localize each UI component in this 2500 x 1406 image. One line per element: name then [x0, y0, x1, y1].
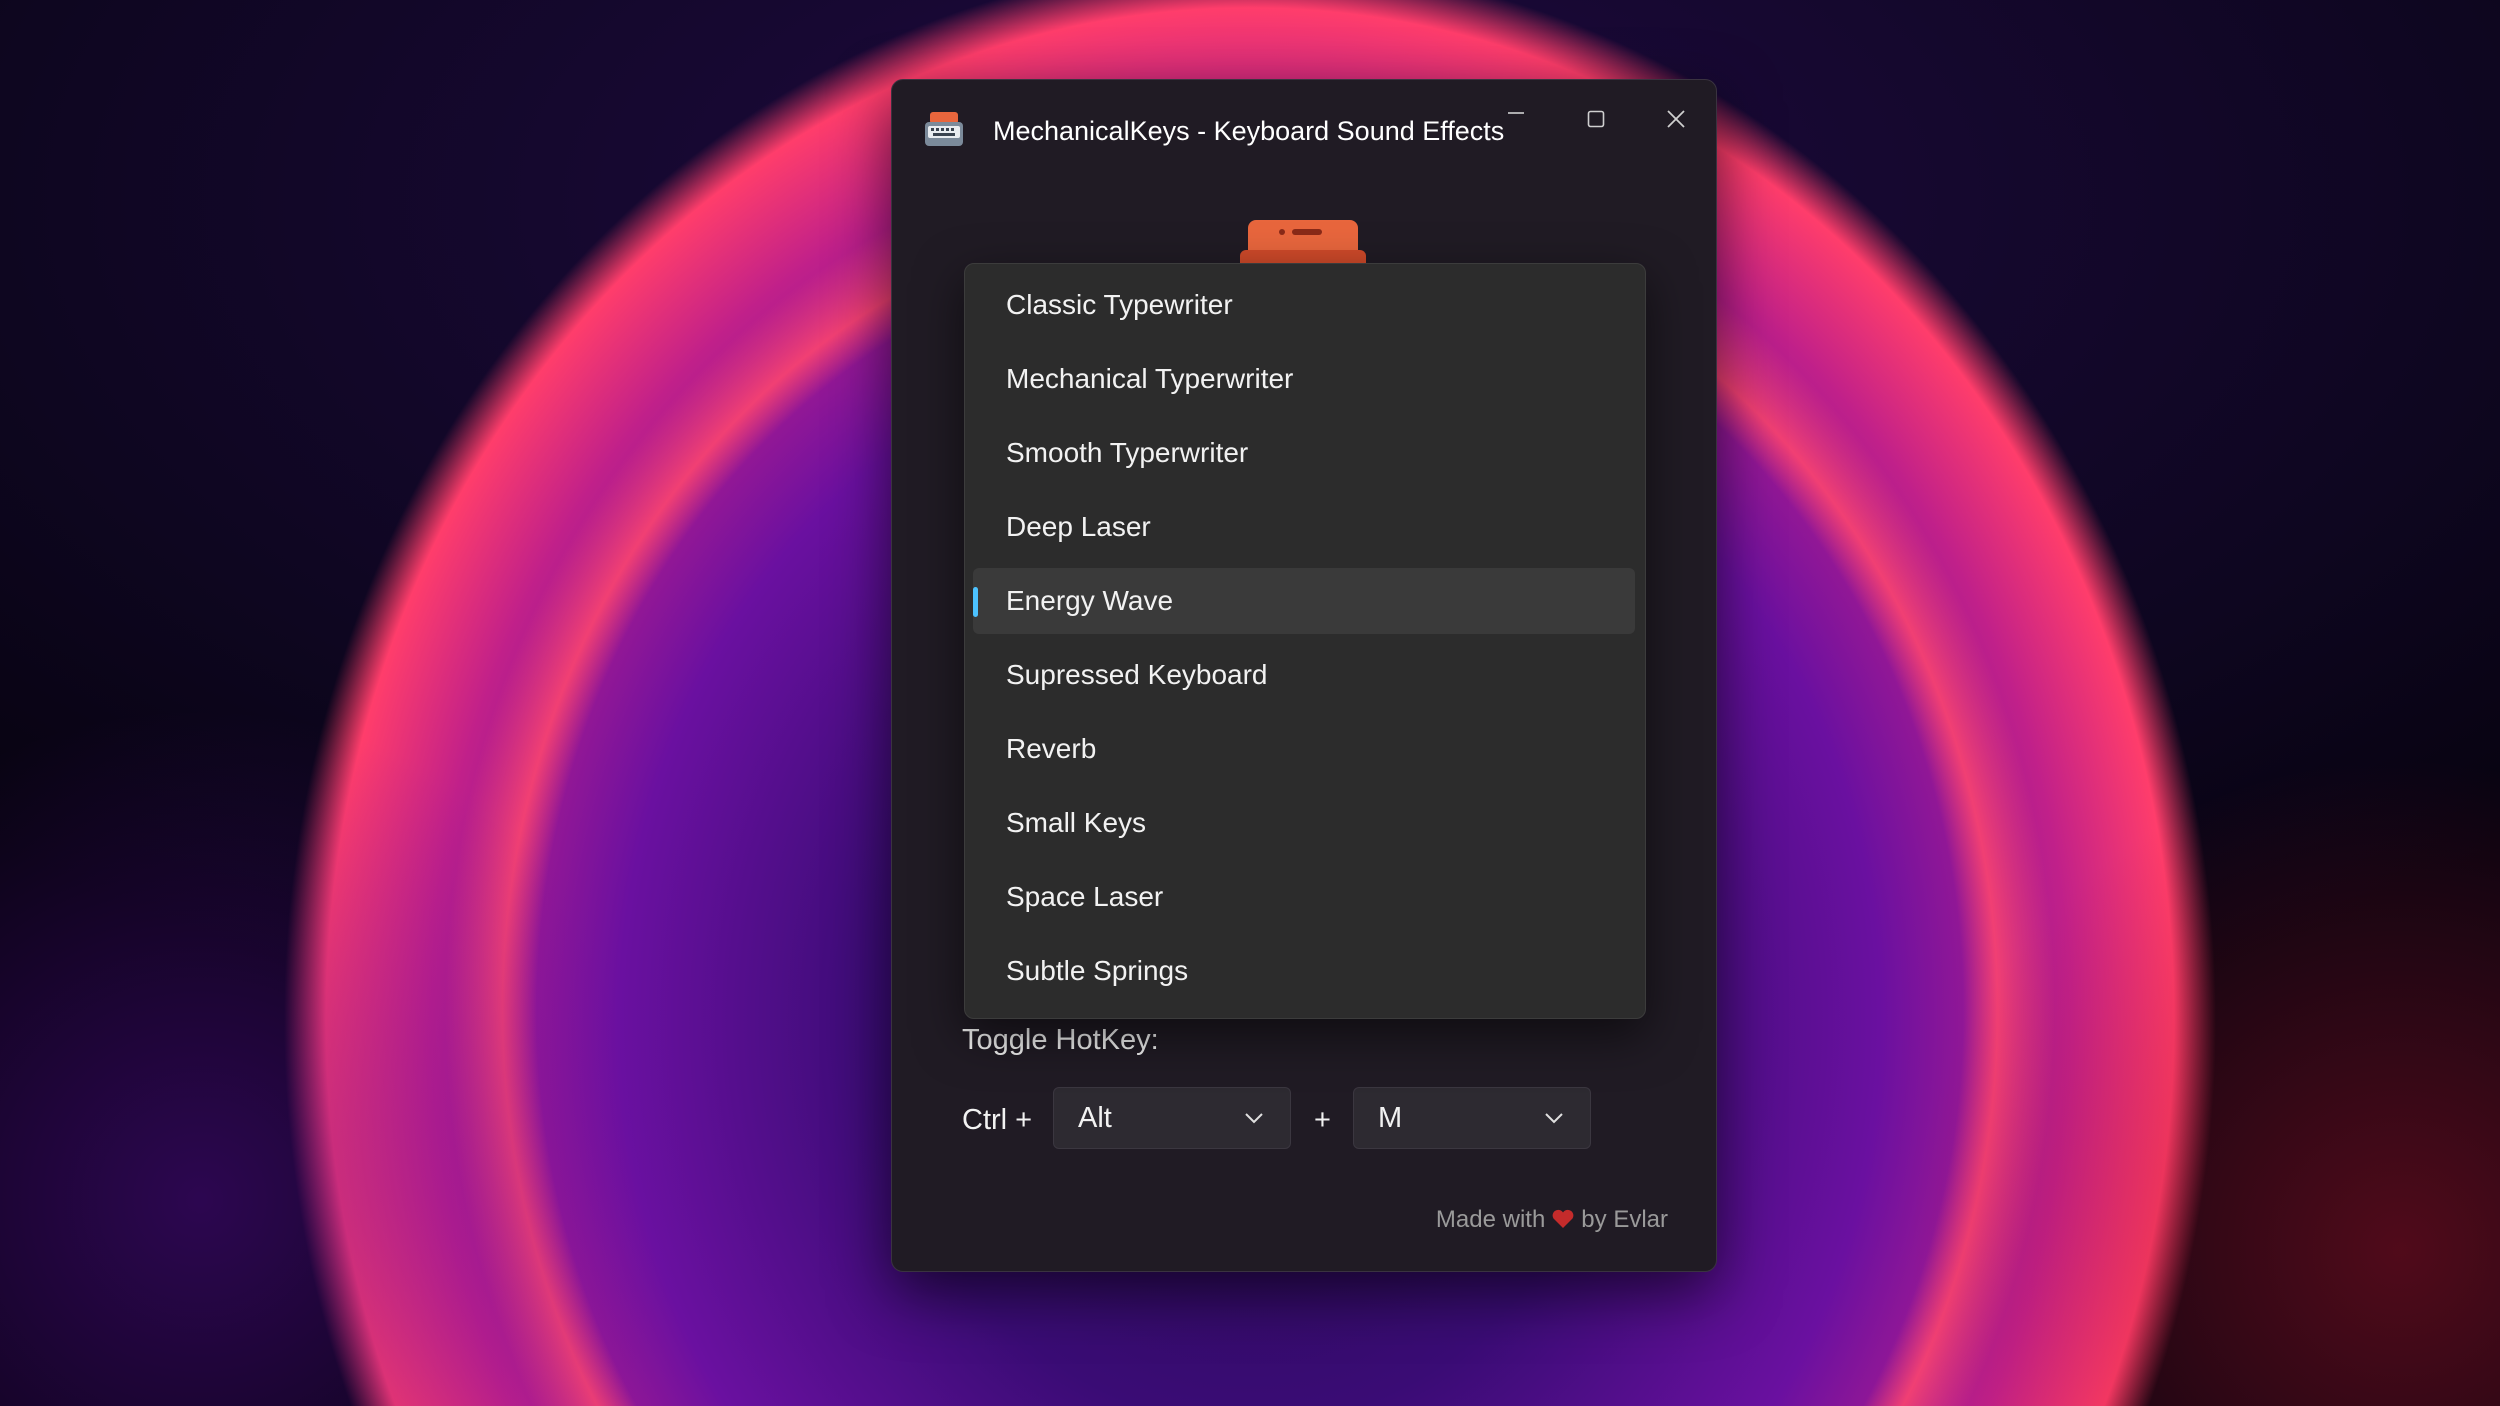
sound-option-label: Mechanical Typerwriter [1006, 363, 1294, 394]
sound-option-label: Energy Wave [1006, 585, 1174, 616]
minimize-icon [1508, 112, 1524, 114]
chevron-down-icon [1545, 1113, 1563, 1124]
ctrl-label: Ctrl + [962, 1104, 1033, 1136]
modifier-key-value: Alt [1078, 1102, 1112, 1134]
hotkey-label: Toggle HotKey: [962, 1024, 1159, 1056]
sound-option-label: Classic Typewriter [1006, 289, 1233, 320]
sound-option[interactable]: Supressed Keyboard [973, 642, 1635, 708]
plus-label: + [1314, 1104, 1331, 1136]
close-icon [1667, 110, 1685, 128]
title-bar[interactable]: MechanicalKeys - Keyboard Sound Effects [892, 80, 1716, 180]
sound-dropdown-list: Classic Typewriter Mechanical Typerwrite… [964, 263, 1646, 1019]
heart-icon [1552, 1209, 1574, 1228]
typewriter-icon [925, 112, 963, 146]
selection-indicator [973, 587, 978, 617]
chevron-down-icon [1245, 1113, 1263, 1124]
sound-option[interactable]: Classic Typewriter [973, 272, 1635, 338]
minimize-button[interactable] [1488, 94, 1544, 144]
close-button[interactable] [1648, 94, 1704, 144]
sound-option[interactable]: Deep Laser [973, 494, 1635, 560]
sound-option[interactable]: Small Keys [973, 790, 1635, 856]
sound-option[interactable]: Mechanical Typerwriter [973, 346, 1635, 412]
footer-suffix: by Evlar [1581, 1206, 1668, 1233]
footer-prefix: Made with [1435, 1206, 1546, 1233]
sound-option-label: Space Laser [1006, 881, 1164, 912]
sound-option-label: Subtle Springs [1006, 955, 1189, 986]
sound-option[interactable]: Subtle Springs [973, 938, 1635, 1004]
footer-credit: Made with by Evlar [1436, 1206, 1668, 1234]
sound-option-label: Reverb [1006, 733, 1097, 764]
maximize-icon [1587, 110, 1605, 128]
sound-option-label: Deep Laser [1006, 511, 1151, 542]
sound-option-selected[interactable]: Energy Wave [973, 568, 1635, 634]
sound-option-label: Smooth Typerwriter [1006, 437, 1249, 468]
sound-option-label: Small Keys [1006, 807, 1147, 838]
modifier-key-select[interactable]: Alt [1053, 1087, 1291, 1149]
sound-option[interactable]: Smooth Typerwriter [973, 420, 1635, 486]
sound-option-label: Supressed Keyboard [1006, 659, 1268, 690]
hotkey-key-select[interactable]: M [1353, 1087, 1591, 1149]
hotkey-key-value: M [1378, 1102, 1403, 1134]
window-title: MechanicalKeys - Keyboard Sound Effects [993, 116, 1505, 146]
sound-option[interactable]: Reverb [973, 716, 1635, 782]
sound-option[interactable]: Space Laser [973, 864, 1635, 930]
maximize-button[interactable] [1568, 94, 1624, 144]
